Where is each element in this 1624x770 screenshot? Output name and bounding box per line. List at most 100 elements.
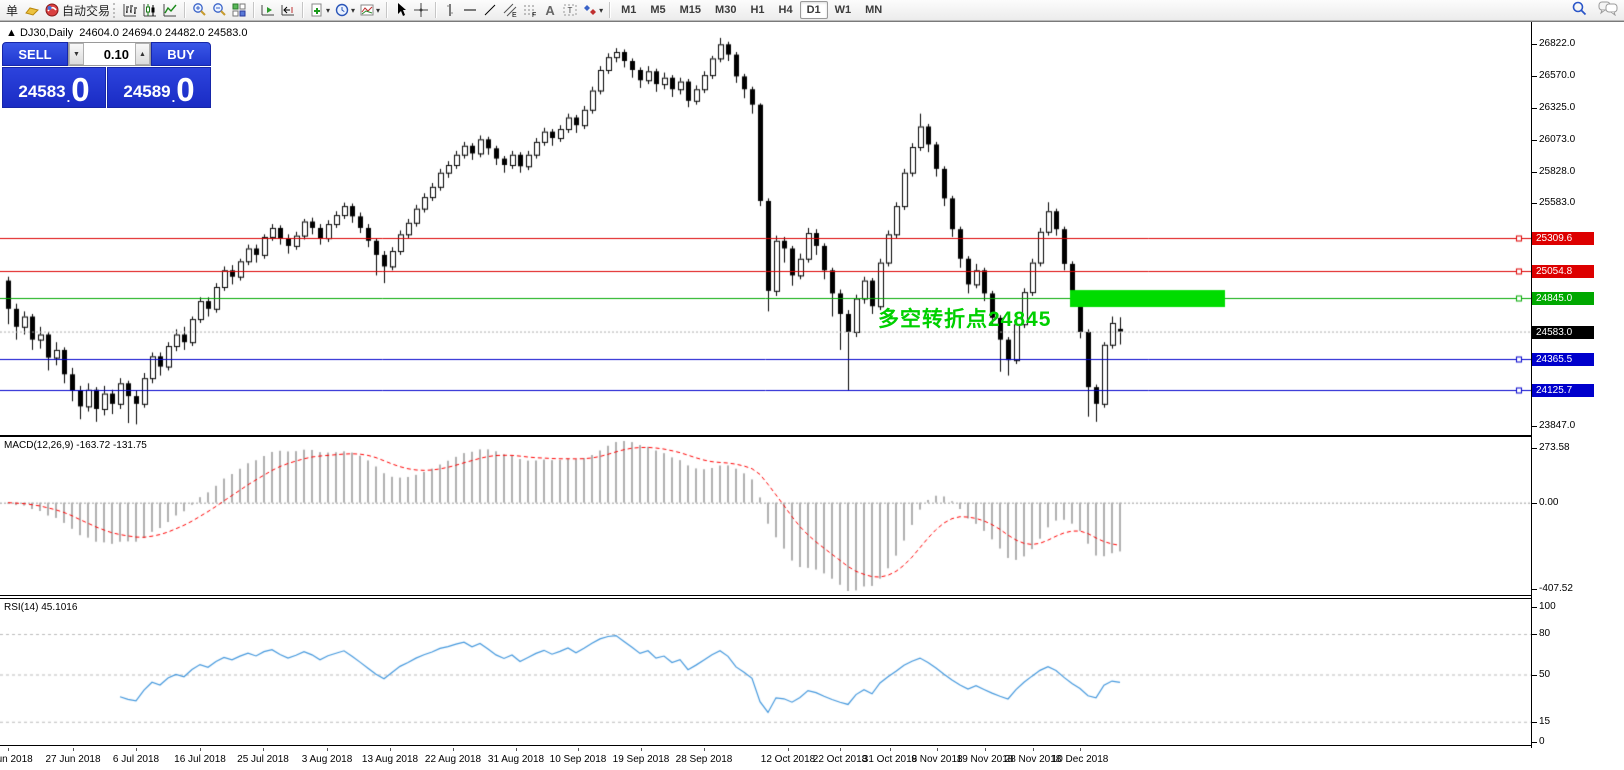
time-axis-tick xyxy=(73,748,74,751)
toolbar-separator xyxy=(435,2,436,18)
volume-increase-button[interactable]: ▲ xyxy=(135,43,150,65)
text-label-icon[interactable]: T xyxy=(560,1,580,20)
collapse-arrow-icon[interactable]: ▲ xyxy=(6,27,17,39)
chart-shift-icon[interactable] xyxy=(278,1,298,20)
chart-window: ▲ DJ30,Daily 24604.0 24694.0 24482.0 245… xyxy=(0,21,1624,769)
timeframe-M30[interactable]: M30 xyxy=(708,1,743,19)
price-axis-tick: 100 xyxy=(1539,601,1556,612)
rsi-value: 45.1016 xyxy=(41,602,77,613)
time-axis-tick xyxy=(985,748,986,751)
price-axis-tick: 26073.0 xyxy=(1539,134,1575,145)
search-icon[interactable] xyxy=(1571,0,1588,22)
time-axis-label: 31 Oct 2018 xyxy=(863,754,917,765)
timeframe-MN[interactable]: MN xyxy=(858,1,889,19)
timeframe-H1[interactable]: H1 xyxy=(743,1,771,19)
macd-canvas[interactable] xyxy=(0,437,1531,595)
timeframe-W1[interactable]: W1 xyxy=(828,1,859,19)
time-axis-tick xyxy=(516,748,517,751)
toolbar-separator xyxy=(184,2,185,18)
toolbar-separator xyxy=(386,2,387,18)
buy-price-button[interactable]: 24589.0 xyxy=(107,67,211,108)
price-tag[interactable]: 24583.0 xyxy=(1532,326,1594,339)
time-axis-label: 22 Aug 2018 xyxy=(425,754,481,765)
horizontal-line-icon[interactable] xyxy=(460,1,480,20)
price-axis-tick: 25828.0 xyxy=(1539,166,1575,177)
time-axis-tick xyxy=(937,748,938,751)
new-chart-button[interactable]: ▾ xyxy=(307,1,332,20)
toolbar: 单 自动交易 ▾ ▾ ▾ xyxy=(0,0,1624,21)
chevron-down-icon: ▾ xyxy=(351,6,355,15)
time-axis-tick xyxy=(263,748,264,751)
main-chart-canvas[interactable] xyxy=(0,23,1531,436)
chevron-down-icon: ▾ xyxy=(599,6,603,15)
price-axis-tick: 23847.0 xyxy=(1539,420,1575,431)
time-axis-tick xyxy=(453,748,454,751)
sell-button[interactable]: SELL xyxy=(2,42,68,66)
volume-stepper: ▼ 0.10 ▲ xyxy=(68,42,151,66)
price-tag[interactable]: 25309.6 xyxy=(1532,232,1594,245)
line-chart-icon[interactable] xyxy=(160,1,180,20)
price-tag[interactable]: 25054.8 xyxy=(1532,265,1594,278)
price-axis-tick: 80 xyxy=(1539,628,1550,639)
price-tag[interactable]: 24365.5 xyxy=(1532,353,1594,366)
auto-trading-button[interactable]: 自动交易 xyxy=(42,1,112,20)
macd-label: MACD(12,26,9) -163.72 -131.75 xyxy=(4,440,147,451)
timeframe-M15[interactable]: M15 xyxy=(673,1,708,19)
arrows-button[interactable]: ▾ xyxy=(580,1,605,20)
time-axis-label: 25 Jul 2018 xyxy=(237,754,289,765)
rsi-label: RSI(14) 45.1016 xyxy=(4,602,77,613)
trendline-icon[interactable] xyxy=(480,1,500,20)
time-axis-label: 22 Oct 2018 xyxy=(813,754,867,765)
price-axis[interactable]: 26822.026570.026325.026073.025828.025583… xyxy=(1531,22,1624,748)
toolbar-grip[interactable] xyxy=(113,3,117,18)
templates-button[interactable]: ▾ xyxy=(357,1,382,20)
timeframe-group: M1M5M15M30H1H4D1W1MN xyxy=(614,1,889,19)
text-icon[interactable]: A xyxy=(540,1,560,20)
bars-chart-icon[interactable] xyxy=(120,1,140,20)
rsi-panel xyxy=(0,598,1531,746)
timeframe-H4[interactable]: H4 xyxy=(772,1,800,19)
price-axis-tick: -407.52 xyxy=(1539,583,1573,594)
timeframe-M5[interactable]: M5 xyxy=(643,1,672,19)
auto-scroll-icon[interactable] xyxy=(258,1,278,20)
volume-value[interactable]: 0.10 xyxy=(84,43,135,65)
vertical-line-icon[interactable] xyxy=(440,1,460,20)
candlestick-chart-icon[interactable] xyxy=(140,1,160,20)
time-axis-label: 13 Aug 2018 xyxy=(362,754,418,765)
tile-windows-icon[interactable] xyxy=(229,1,249,20)
timeframe-D1[interactable]: D1 xyxy=(800,1,828,19)
sell-price-button[interactable]: 24583.0 xyxy=(2,67,106,108)
sell-price-pip: 0 xyxy=(71,75,89,105)
zoom-in-icon[interactable] xyxy=(189,1,209,20)
fibonacci-icon[interactable]: F xyxy=(520,1,540,20)
time-axis-label: 6 Jul 2018 xyxy=(113,754,159,765)
price-tag[interactable]: 24125.7 xyxy=(1532,384,1594,397)
price-axis-tick: 26822.0 xyxy=(1539,38,1575,49)
chat-icon[interactable] xyxy=(1598,0,1618,21)
annotation-text[interactable]: 多空转折点24845 xyxy=(878,303,1051,333)
macd-panel xyxy=(0,436,1531,596)
time-axis-tick xyxy=(390,748,391,751)
price-axis-tick: 26570.0 xyxy=(1539,70,1575,81)
zoom-out-icon[interactable] xyxy=(209,1,229,20)
buy-button[interactable]: BUY xyxy=(151,42,211,66)
time-axis-tick xyxy=(641,748,642,751)
rsi-canvas[interactable] xyxy=(0,599,1531,745)
equidistant-channel-icon[interactable]: E xyxy=(500,1,520,20)
sell-price-main: 24583 xyxy=(18,79,65,105)
buy-price-dot: . xyxy=(172,90,176,105)
volume-decrease-button[interactable]: ▼ xyxy=(69,43,84,65)
cursor-icon[interactable] xyxy=(391,1,411,20)
svg-text:E: E xyxy=(512,12,517,18)
profiles-button[interactable]: ▾ xyxy=(332,1,357,20)
timeframe-M1[interactable]: M1 xyxy=(614,1,643,19)
time-axis-tick xyxy=(1033,748,1034,751)
time-axis-tick xyxy=(200,748,201,751)
time-axis[interactable]: 8 Jun 201827 Jun 20186 Jul 201816 Jul 20… xyxy=(0,748,1624,770)
price-tag[interactable]: 24845.0 xyxy=(1532,292,1594,305)
gold-ingot-icon[interactable] xyxy=(22,1,42,20)
crosshair-icon[interactable] xyxy=(411,1,431,20)
new-order-button[interactable]: 单 xyxy=(2,1,22,20)
time-axis-tick xyxy=(578,748,579,751)
time-axis-label: 9 Nov 2018 xyxy=(911,754,962,765)
